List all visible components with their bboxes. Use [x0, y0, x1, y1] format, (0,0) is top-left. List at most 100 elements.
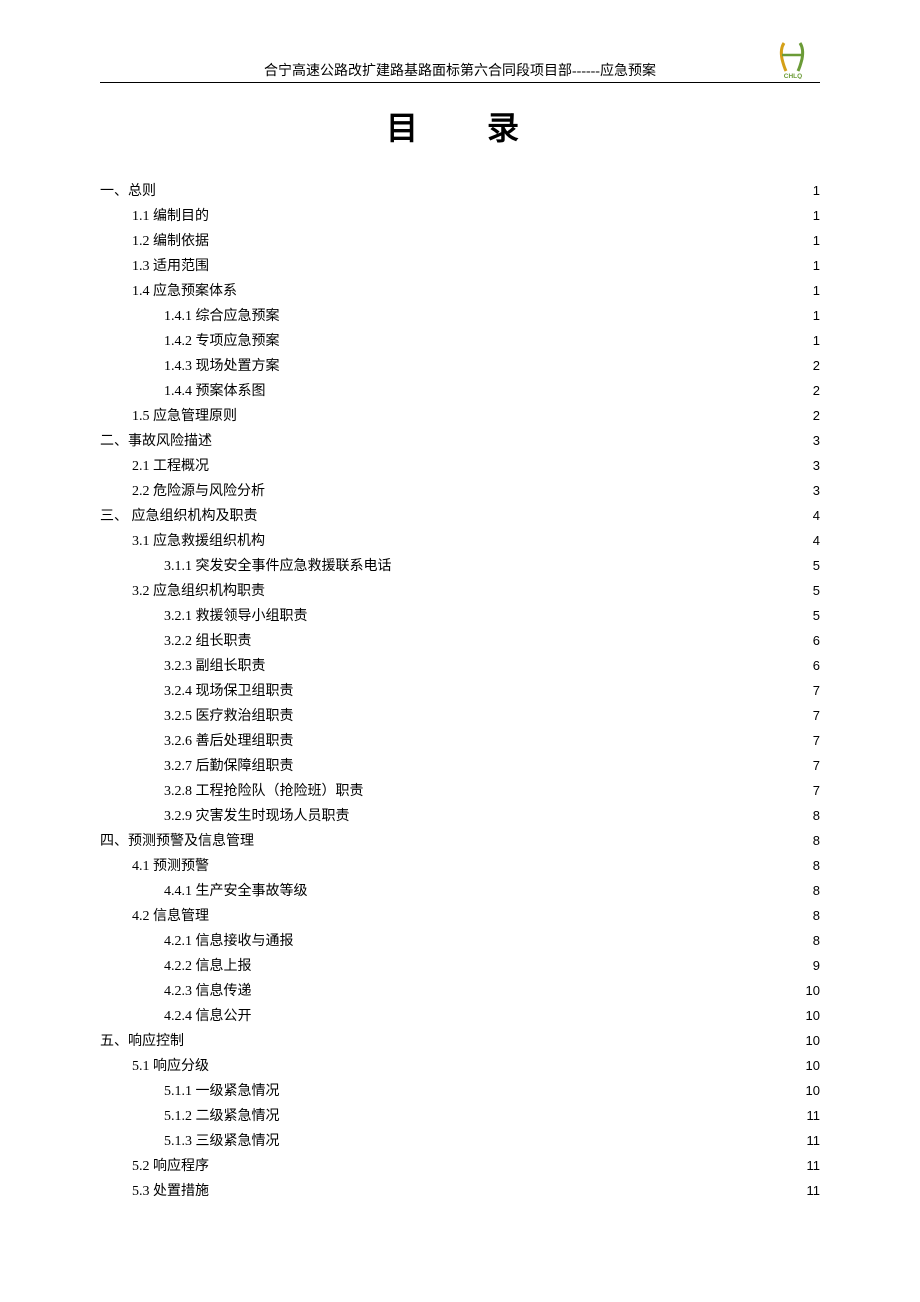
- toc-row: 3.2 应急组织机构职责5: [100, 579, 820, 604]
- toc-row: 5.2 响应程序 11: [100, 1154, 820, 1179]
- toc-row: 五、响应控制10: [100, 1029, 820, 1054]
- toc-row: 3.2.1 救援领导小组职责5: [100, 604, 820, 629]
- toc-row: 2.2 危险源与风险分析 3: [100, 479, 820, 504]
- toc-label: 1.4.4 预案体系图: [100, 380, 266, 404]
- toc-page-number: 4: [800, 529, 820, 553]
- toc-page-number: 5: [800, 554, 820, 578]
- toc-page-number: 7: [800, 679, 820, 703]
- toc-row: 3.2.3 副组长职责6: [100, 654, 820, 679]
- toc-page-number: 2: [800, 379, 820, 403]
- toc-row: 4.2 信息管理8: [100, 904, 820, 929]
- toc-label: 3.2.5 医疗救治组职责: [100, 705, 294, 729]
- toc-row: 5.1 响应分级 10: [100, 1054, 820, 1079]
- toc-page-number: 1: [800, 229, 820, 253]
- toc-page-number: 4: [800, 504, 820, 528]
- toc-label: 1.4.2 专项应急预案: [100, 330, 280, 354]
- toc-page-number: 8: [800, 854, 820, 878]
- toc-page-number: 10: [800, 1079, 820, 1103]
- toc-page-number: 10: [800, 1054, 820, 1078]
- toc-label: 5.1.2 二级紧急情况: [100, 1105, 280, 1129]
- toc-page-number: 8: [800, 904, 820, 928]
- toc-label: 4.2.3 信息传递: [100, 980, 252, 1004]
- toc-label: 2.1 工程概况: [100, 455, 209, 479]
- toc-label: 5.1 响应分级: [100, 1055, 209, 1079]
- toc-row: 4.2.4 信息公开 10: [100, 1004, 820, 1029]
- toc-label: 2.2 危险源与风险分析: [100, 480, 265, 504]
- toc-row: 三、 应急组织机构及职责 4: [100, 504, 820, 529]
- toc-label: 3.2.2 组长职责: [100, 630, 252, 654]
- toc-page-number: 10: [800, 1004, 820, 1028]
- toc-row: 3.2.2 组长职责 6: [100, 629, 820, 654]
- toc-label: 一、总则: [100, 180, 156, 204]
- toc-label: 3.1 应急救援组织机构: [100, 530, 265, 554]
- toc-row: 1.4.3 现场处置方案 2: [100, 354, 820, 379]
- page-title: 目 录: [115, 103, 820, 149]
- toc-label: 3.2.7 后勤保障组职责: [100, 755, 294, 779]
- toc-row: 1.1 编制目的 1: [100, 204, 820, 229]
- toc-row: 1.2 编制依据1: [100, 229, 820, 254]
- toc-row: 3.1 应急救援组织机构 4: [100, 529, 820, 554]
- toc-page-number: 1: [800, 204, 820, 228]
- toc-page-number: 7: [800, 779, 820, 803]
- toc-row: 2.1 工程概况 3: [100, 454, 820, 479]
- toc-row: 3.2.4 现场保卫组职责7: [100, 679, 820, 704]
- toc-label: 3.2 应急组织机构职责: [100, 580, 265, 604]
- toc-label: 3.2.9 灾害发生时现场人员职责: [100, 805, 350, 829]
- toc-row: 1.4.1 综合应急预案 1: [100, 304, 820, 329]
- toc-label: 二、事故风险描述: [100, 430, 212, 454]
- toc-label: 4.2.4 信息公开: [100, 1005, 252, 1029]
- toc-page-number: 11: [800, 1104, 820, 1128]
- toc-page-number: 8: [800, 879, 820, 903]
- toc-page-number: 11: [800, 1179, 820, 1203]
- toc-page-number: 8: [800, 929, 820, 953]
- toc-row: 3.2.6 善后处理组职责7: [100, 729, 820, 754]
- toc-label: 1.4 应急预案体系: [100, 280, 237, 304]
- toc-row: 1.3 适用范围1: [100, 254, 820, 279]
- toc-label: 1.1 编制目的: [100, 205, 209, 229]
- toc-page-number: 1: [800, 304, 820, 328]
- toc-label: 1.4.1 综合应急预案: [100, 305, 280, 329]
- toc-row: 1.5 应急管理原则2: [100, 404, 820, 429]
- toc-page-number: 3: [800, 454, 820, 478]
- toc-label: 5.1.1 一级紧急情况: [100, 1080, 280, 1104]
- toc-row: 4.2.2 信息上报9: [100, 954, 820, 979]
- toc-page-number: 11: [800, 1154, 820, 1178]
- toc-label: 5.2 响应程序: [100, 1155, 209, 1179]
- toc-row: 一、总则 1: [100, 179, 820, 204]
- toc-page-number: 2: [800, 404, 820, 428]
- toc-page-number: 3: [800, 429, 820, 453]
- toc-page-number: 9: [800, 954, 820, 978]
- toc-row: 3.1.1 突发安全事件应急救援联系电话5: [100, 554, 820, 579]
- toc-row: 5.3 处置措施11: [100, 1179, 820, 1204]
- toc-row: 二、事故风险描述 3: [100, 429, 820, 454]
- toc-page-number: 6: [800, 629, 820, 653]
- table-of-contents: 一、总则11.1 编制目的11.2 编制依据11.3 适用范围11.4 应急预案…: [100, 179, 820, 1204]
- toc-row: 3.2.9 灾害发生时现场人员职责8: [100, 804, 820, 829]
- toc-row: 5.1.3 三级紧急情况 11: [100, 1129, 820, 1154]
- toc-row: 4.1 预测预警 8: [100, 854, 820, 879]
- toc-label: 5.1.3 三级紧急情况: [100, 1130, 280, 1154]
- header-text: 合宁高速公路改扩建路基路面标第六合同段项目部------应急预案: [100, 60, 820, 80]
- toc-page-number: 7: [800, 704, 820, 728]
- toc-page-number: 7: [800, 754, 820, 778]
- toc-page-number: 11: [800, 1129, 820, 1153]
- toc-label: 3.2.8 工程抢险队（抢险班）职责: [100, 780, 364, 804]
- toc-label: 四、预测预警及信息管理: [100, 830, 254, 854]
- toc-page-number: 2: [800, 354, 820, 378]
- header-underline: 合宁高速公路改扩建路基路面标第六合同段项目部------应急预案 CHLQ: [100, 60, 820, 83]
- toc-page-number: 1: [800, 179, 820, 203]
- toc-page-number: 5: [800, 604, 820, 628]
- toc-label: 1.4.3 现场处置方案: [100, 355, 280, 379]
- toc-row: 3.2.7 后勤保障组职责 7: [100, 754, 820, 779]
- toc-row: 1.4.2 专项应急预案1: [100, 329, 820, 354]
- toc-row: 1.4.4 预案体系图 2: [100, 379, 820, 404]
- svg-text:CHLQ: CHLQ: [784, 73, 802, 79]
- toc-row: 4.4.1 生产安全事故等级8: [100, 879, 820, 904]
- toc-label: 4.1 预测预警: [100, 855, 209, 879]
- logo-icon: CHLQ: [776, 39, 810, 79]
- toc-page-number: 10: [800, 979, 820, 1003]
- toc-label: 三、 应急组织机构及职责: [100, 505, 258, 529]
- toc-row: 5.1.1 一级紧急情况 10: [100, 1079, 820, 1104]
- toc-page-number: 3: [800, 479, 820, 503]
- toc-label: 五、响应控制: [100, 1030, 184, 1054]
